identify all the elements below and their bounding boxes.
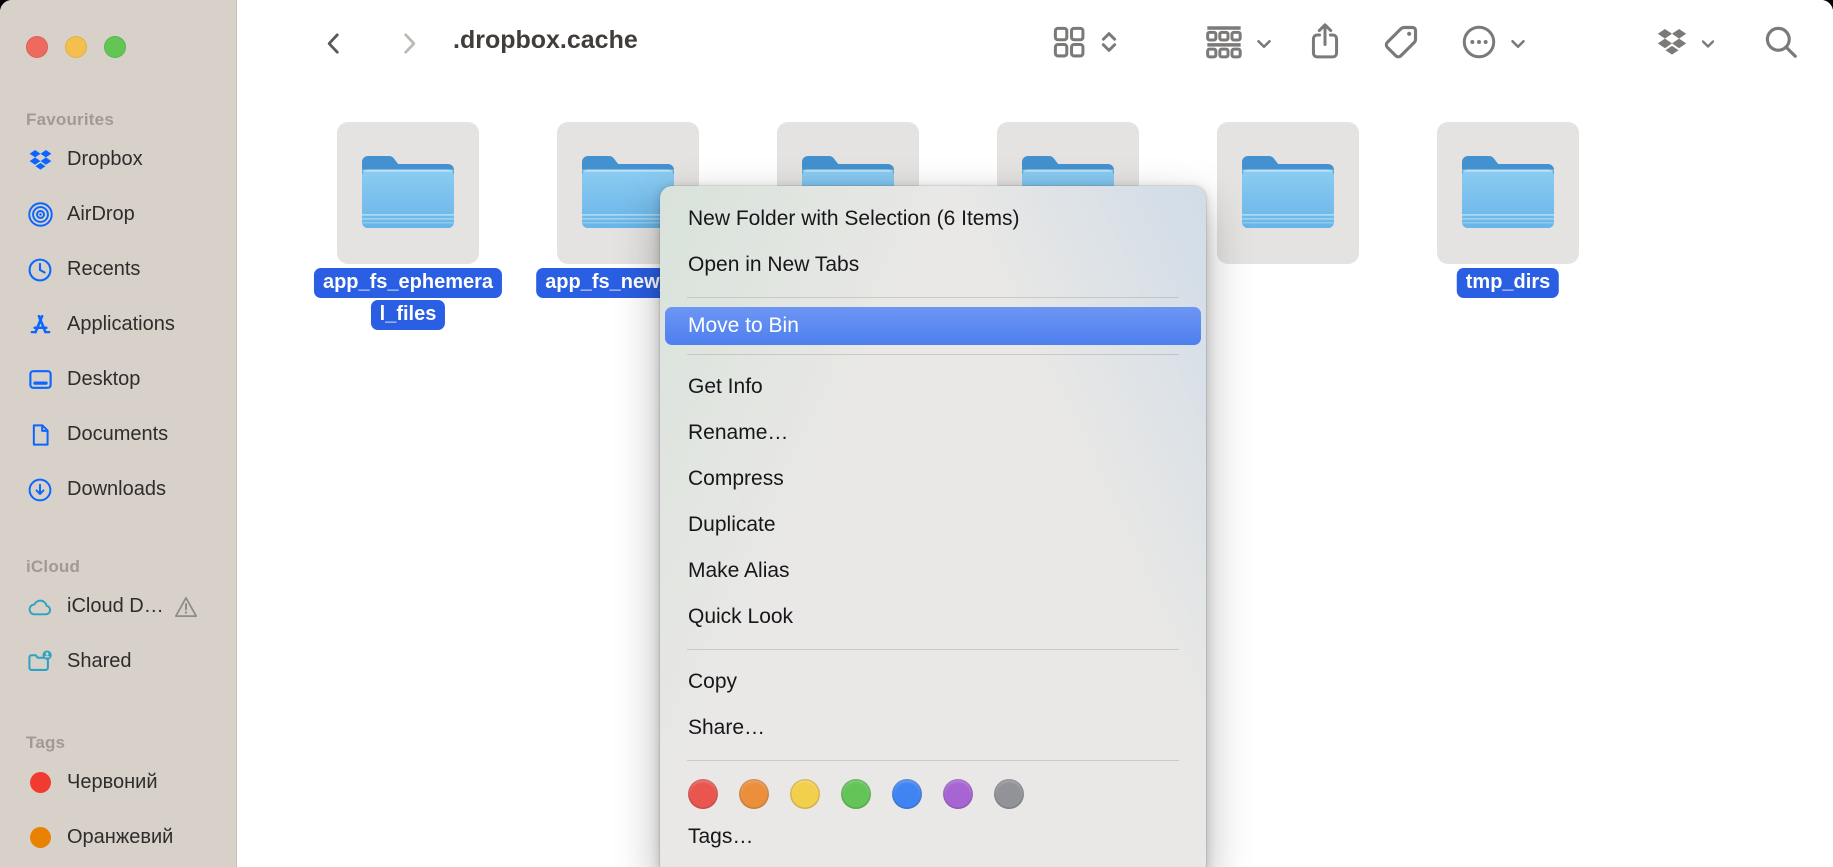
menu-item-copy[interactable]: Copy	[660, 659, 1206, 705]
tag-color-swatch[interactable]	[943, 779, 973, 809]
sidebar-item-recents[interactable]: Recents	[26, 242, 236, 297]
sidebar: Favourites Dropbox AirDrop Recents Applicati…	[0, 0, 237, 867]
folder-label[interactable]: app_fs_ephemera l_files	[313, 268, 503, 332]
sidebar-item-label: Shared	[67, 650, 132, 672]
folder-label-line: l_files	[370, 300, 446, 330]
sidebar-item-documents[interactable]: Documents	[26, 407, 236, 462]
clock-icon	[26, 256, 54, 284]
document-icon	[26, 421, 54, 449]
forward-button[interactable]	[396, 28, 422, 58]
menu-separator	[687, 354, 1179, 355]
shared-folder-icon	[26, 648, 54, 676]
tag-color-swatch[interactable]	[688, 779, 718, 809]
tag-color-swatch[interactable]	[994, 779, 1024, 809]
tag-dot-icon	[26, 824, 54, 852]
menu-item-share[interactable]: Share…	[660, 705, 1206, 751]
sidebar-item-applications[interactable]: Applications	[26, 297, 236, 352]
menu-separator	[687, 649, 1179, 650]
sidebar-item-label: AirDrop	[67, 203, 135, 225]
tag-dot-icon	[26, 769, 54, 797]
appstore-icon	[26, 311, 54, 339]
warning-icon	[173, 594, 199, 620]
zoom-button[interactable]	[104, 36, 126, 58]
sidebar-item-червоний[interactable]: Червоний	[26, 755, 236, 810]
finder-window: Favourites Dropbox AirDrop Recents Applicati…	[0, 0, 1833, 867]
folder-tile[interactable]	[1217, 122, 1359, 264]
window-title: .dropbox.cache	[453, 26, 638, 54]
toolbar: .dropbox.cache	[237, 0, 1833, 84]
more-chevron-icon[interactable]	[1507, 33, 1529, 55]
sidebar-item-desktop[interactable]: Desktop	[26, 352, 236, 407]
sidebar-item-label: Червоний	[67, 771, 158, 793]
sidebar-item-оранжевий[interactable]: Оранжевий	[26, 810, 236, 865]
cloud-icon	[26, 593, 54, 621]
tag-icon[interactable]	[1381, 22, 1421, 62]
sidebar-item-label: Recents	[67, 258, 141, 280]
menu-item-compress[interactable]: Compress	[660, 456, 1206, 502]
sidebar-item-label: Downloads	[67, 478, 166, 500]
sidebar-section-header: Tags	[26, 733, 66, 752]
sidebar-item-shared[interactable]: Shared	[26, 634, 236, 689]
sidebar-item-label: Applications	[67, 313, 175, 335]
tag-color-swatch[interactable]	[841, 779, 871, 809]
close-button[interactable]	[26, 36, 48, 58]
dropbox-toolbar-icon[interactable]	[1654, 25, 1690, 59]
menu-separator	[687, 760, 1179, 761]
more-icon[interactable]	[1460, 23, 1498, 61]
sidebar-item-downloads[interactable]: Downloads	[26, 462, 236, 517]
minimise-button[interactable]	[65, 36, 87, 58]
group-by-chevron-icon[interactable]	[1253, 33, 1275, 55]
sidebar-item-icloud-d-[interactable]: iCloud D…	[26, 579, 236, 634]
group-by-icon[interactable]	[1202, 22, 1246, 62]
sidebar-item-label: Оранжевий	[67, 826, 174, 848]
share-icon[interactable]	[1306, 19, 1344, 63]
dropbox-icon	[26, 146, 54, 174]
tag-color-swatch[interactable]	[892, 779, 922, 809]
sidebar-item-label: iCloud D…	[67, 595, 164, 617]
context-menu: New Folder with Selection (6 Items) Open …	[660, 186, 1206, 867]
menu-item-quick-look[interactable]: Quick Look	[660, 594, 1206, 640]
menu-item-new-folder-with-selection-6-items[interactable]: New Folder with Selection (6 Items)	[660, 196, 1206, 242]
menu-item-make-alias[interactable]: Make Alias	[660, 548, 1206, 594]
sidebar-item-label: Dropbox	[67, 148, 143, 170]
menu-tag-colors	[660, 770, 1206, 814]
back-button[interactable]	[321, 28, 347, 58]
sidebar-section-header: Favourites	[26, 110, 114, 129]
search-icon[interactable]	[1762, 23, 1800, 61]
folder-tile[interactable]	[1437, 122, 1579, 264]
menu-item-duplicate[interactable]: Duplicate	[660, 502, 1206, 548]
desktop-icon	[26, 366, 54, 394]
folder-label[interactable]: tmp_dirs	[1456, 268, 1560, 300]
airdrop-icon	[26, 201, 54, 229]
menu-item-move-to-bin[interactable]: Move to Bin	[665, 307, 1201, 345]
download-circle-icon	[26, 476, 54, 504]
tag-color-swatch[interactable]	[739, 779, 769, 809]
tag-color-swatch[interactable]	[790, 779, 820, 809]
menu-item-open-in-new-tabs[interactable]: Open in New Tabs	[660, 242, 1206, 288]
dropbox-chevron-icon[interactable]	[1698, 34, 1718, 54]
menu-separator	[687, 297, 1179, 298]
sidebar-item-airdrop[interactable]: AirDrop	[26, 187, 236, 242]
sidebar-item-dropbox[interactable]: Dropbox	[26, 132, 236, 187]
view-stepper-icon[interactable]	[1094, 26, 1124, 58]
menu-item-tags[interactable]: Tags…	[660, 814, 1206, 860]
folder-label-line: tmp_dirs	[1456, 268, 1560, 298]
window-controls	[26, 36, 236, 58]
menu-item-get-info[interactable]: Get Info	[660, 364, 1206, 410]
folder-label-line: app_fs_ephemera	[313, 268, 503, 298]
menu-item-rename[interactable]: Rename…	[660, 410, 1206, 456]
sidebar-item-label: Desktop	[67, 368, 141, 390]
sidebar-item-label: Documents	[67, 423, 169, 445]
folder-tile[interactable]	[337, 122, 479, 264]
grid-view-icon[interactable]	[1050, 23, 1088, 61]
sidebar-section-header: iCloud	[26, 557, 81, 576]
